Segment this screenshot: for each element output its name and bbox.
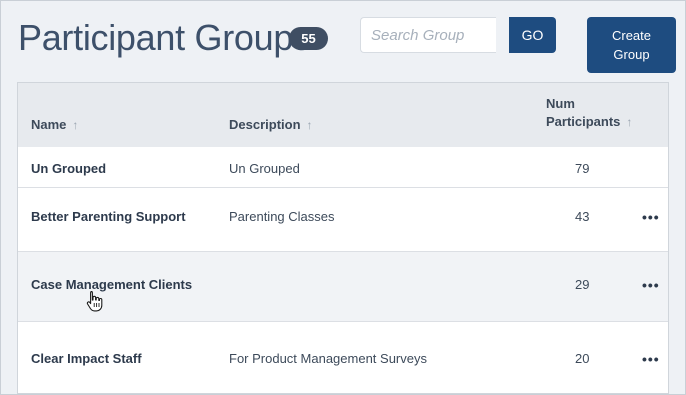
more-horizontal-icon[interactable]: ••• <box>642 210 659 224</box>
column-header-description[interactable]: Description ↑ <box>229 116 313 134</box>
table-row[interactable]: Un Grouped Un Grouped 79 <box>18 147 668 188</box>
group-name[interactable]: Better Parenting Support <box>31 209 186 224</box>
create-group-label-line1: Create <box>611 28 652 43</box>
group-description: Un Grouped <box>229 161 300 176</box>
column-header-description-label: Description <box>229 117 301 132</box>
column-header-participants-label-line1: Num <box>546 96 575 111</box>
group-count-badge: 55 <box>289 27 328 50</box>
sort-ascending-icon[interactable]: ↑ <box>307 118 313 132</box>
column-header-name-label: Name <box>31 117 67 132</box>
participant-count: 43 <box>575 209 590 224</box>
participant-count: 29 <box>575 277 590 292</box>
table-row[interactable]: Clear Impact Staff For Product Managemen… <box>18 322 668 393</box>
group-description: For Product Management Surveys <box>229 351 427 366</box>
group-name[interactable]: Un Grouped <box>31 161 106 176</box>
go-button[interactable]: GO <box>509 17 556 53</box>
column-header-name[interactable]: Name ↑ <box>31 116 78 134</box>
table-row[interactable]: Better Parenting Support Parenting Class… <box>18 188 668 252</box>
create-group-label-line2: Group <box>613 47 650 62</box>
search-group-input[interactable] <box>360 17 496 53</box>
sort-ascending-icon[interactable]: ↑ <box>72 118 78 132</box>
group-description: Parenting Classes <box>229 209 335 224</box>
page-title: Participant Groups <box>18 17 311 58</box>
groups-table: Name ↑ Description ↑ Num Participants ↑ Un … <box>17 82 669 394</box>
column-header-participants-label-line2: Participants <box>546 114 621 129</box>
hand-pointer-icon <box>86 290 103 312</box>
more-horizontal-icon[interactable]: ••• <box>642 278 659 292</box>
table-header: Name ↑ Description ↑ Num Participants ↑ <box>18 83 668 148</box>
participant-count: 20 <box>575 351 590 366</box>
sort-ascending-icon[interactable]: ↑ <box>626 115 632 129</box>
column-header-participants[interactable]: Num Participants ↑ <box>546 95 632 131</box>
table-row[interactable]: Case Management Clients 29 ••• <box>18 252 668 322</box>
create-group-button[interactable]: Create Group <box>587 17 676 73</box>
more-horizontal-icon[interactable]: ••• <box>642 352 659 366</box>
participant-count: 79 <box>575 161 590 176</box>
group-name[interactable]: Clear Impact Staff <box>31 351 142 366</box>
group-name[interactable]: Case Management Clients <box>31 277 192 292</box>
